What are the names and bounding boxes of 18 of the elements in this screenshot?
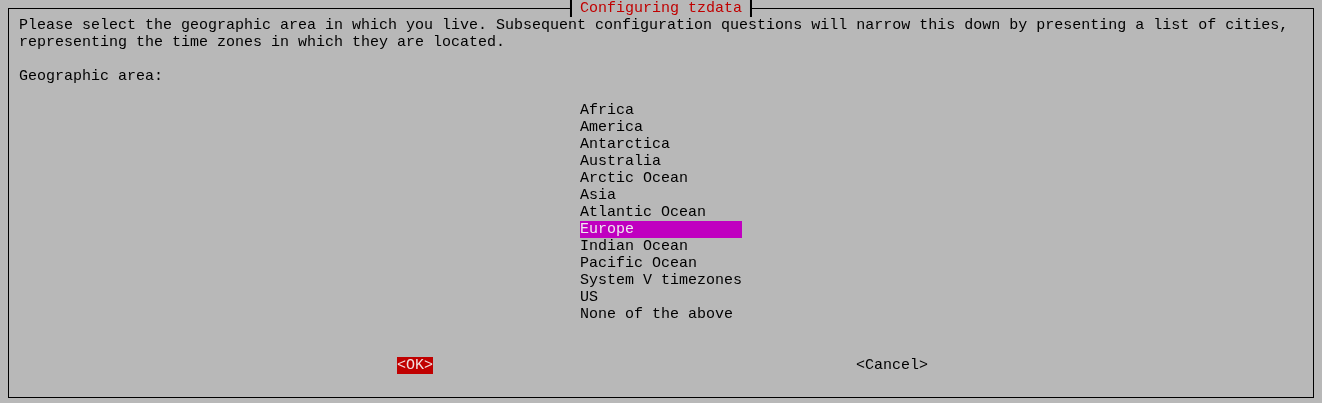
list-item[interactable]: Arctic Ocean — [580, 170, 742, 187]
list-item[interactable]: Pacific Ocean — [580, 255, 742, 272]
cancel-button[interactable]: <Cancel> — [856, 357, 929, 374]
list-item[interactable]: Australia — [580, 153, 742, 170]
list-item[interactable]: US — [580, 289, 742, 306]
list-item[interactable]: Indian Ocean — [580, 238, 742, 255]
list-item[interactable]: America — [580, 119, 742, 136]
list-item[interactable]: Africa — [580, 102, 742, 119]
list-item[interactable]: System V timezones — [580, 272, 742, 289]
prompt-label: Geographic area: — [19, 68, 165, 85]
list-item[interactable]: Europe — [580, 221, 742, 238]
description-text: Please select the geographic area in which you live. Subsequent configuration questions will narrow this down by presenting a list of cities, representing the time zones in which they are located. — [19, 17, 1290, 51]
dialog-title: Configuring tzdata — [570, 0, 752, 17]
list-item[interactable]: Atlantic Ocean — [580, 204, 742, 221]
list-item[interactable]: Antarctica — [580, 136, 742, 153]
list-item[interactable]: None of the above — [580, 306, 742, 323]
list-item[interactable]: Asia — [580, 187, 742, 204]
ok-button[interactable]: <OK> — [397, 357, 433, 374]
